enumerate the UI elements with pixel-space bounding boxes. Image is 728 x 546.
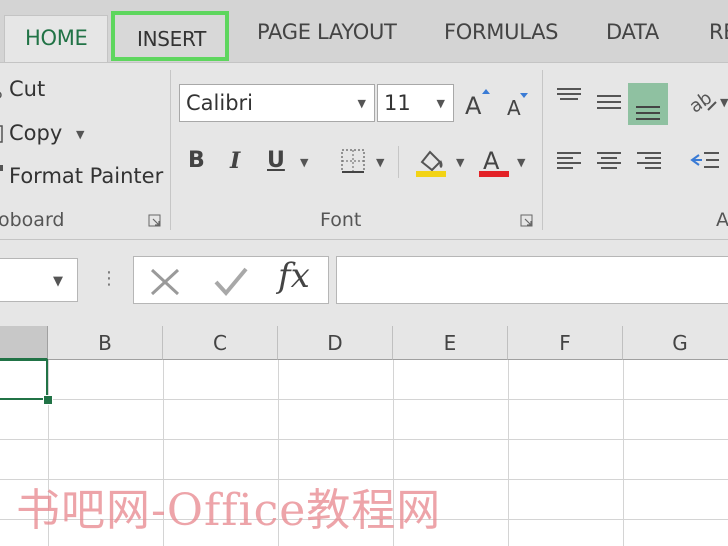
orientation-dropdown-icon[interactable]: ▼	[720, 96, 728, 109]
fill-color-icon[interactable]	[414, 144, 448, 178]
svg-text:A: A	[465, 92, 482, 118]
fill-handle[interactable]	[43, 395, 53, 405]
formula-input[interactable]	[336, 256, 728, 304]
increase-font-size-icon[interactable]: A	[463, 86, 491, 120]
font-color-dropdown-icon[interactable]: ▼	[517, 156, 525, 169]
group-divider	[542, 70, 543, 230]
column-header-b[interactable]: B	[48, 326, 163, 360]
column-header-e[interactable]: E	[393, 326, 508, 360]
chevron-down-icon[interactable]: ▼	[358, 97, 366, 110]
italic-button[interactable]: I	[230, 148, 240, 174]
clipboard-dialog-launcher-icon[interactable]	[148, 213, 162, 227]
grid-line	[508, 360, 509, 546]
align-left-icon[interactable]	[556, 150, 582, 172]
active-cell[interactable]	[0, 359, 48, 400]
cut-button[interactable]: Cut	[9, 77, 45, 101]
tab-page-layout[interactable]: PAGE LAYOUT	[257, 20, 397, 44]
divider	[398, 146, 399, 178]
decrease-font-size-icon[interactable]: A	[505, 90, 531, 120]
cut-icon[interactable]	[0, 79, 4, 99]
font-name-combobox[interactable]: Calibri ▼	[179, 84, 375, 122]
font-size-combobox[interactable]: 11 ▼	[377, 84, 454, 122]
font-dialog-launcher-icon[interactable]	[520, 213, 534, 227]
column-header-c[interactable]: C	[163, 326, 278, 360]
chevron-down-icon[interactable]: ▼	[437, 97, 445, 110]
format-painter-button[interactable]: Format Painter	[9, 164, 163, 188]
middle-align-icon[interactable]	[596, 92, 622, 114]
decrease-indent-icon[interactable]	[690, 150, 720, 172]
top-align-icon[interactable]	[556, 86, 582, 108]
cancel-icon[interactable]	[148, 266, 182, 298]
orientation-icon[interactable]: ab	[686, 86, 718, 118]
font-name-value: Calibri	[186, 91, 253, 115]
font-size-value: 11	[384, 91, 411, 115]
copy-icon[interactable]	[0, 124, 4, 144]
font-color-icon[interactable]: A	[478, 144, 510, 178]
name-box-dropdown-icon[interactable]: ▼	[53, 274, 63, 289]
svg-text:ab: ab	[688, 87, 716, 116]
tab-insert-label: INSERT	[137, 27, 207, 51]
grid-line	[623, 360, 624, 546]
svg-text:A: A	[483, 147, 500, 175]
tab-home-label: HOME	[25, 26, 88, 50]
borders-icon[interactable]	[340, 148, 366, 174]
more-options-icon[interactable]: ⋮	[100, 268, 118, 289]
copy-dropdown-icon[interactable]: ▼	[76, 128, 84, 141]
bottom-align-icon	[636, 106, 660, 120]
column-header-d[interactable]: D	[278, 326, 393, 360]
tab-formulas[interactable]: FORMULAS	[444, 20, 558, 44]
alignment-group-label: A	[716, 209, 728, 231]
enter-icon[interactable]	[212, 266, 250, 298]
underline-dropdown-icon[interactable]: ▼	[300, 156, 308, 169]
copy-button[interactable]: Copy	[9, 121, 62, 145]
align-right-icon[interactable]	[636, 150, 662, 172]
insert-function-button[interactable]: fx	[278, 256, 310, 296]
clipboard-group-label: oboard	[0, 209, 65, 231]
fill-color-dropdown-icon[interactable]: ▼	[456, 156, 464, 169]
tab-home[interactable]: HOME	[4, 15, 108, 63]
column-header-f[interactable]: F	[508, 326, 623, 360]
bottom-align-button[interactable]	[628, 83, 668, 125]
tab-insert[interactable]: INSERT	[111, 11, 229, 61]
format-painter-icon[interactable]	[0, 162, 6, 176]
bold-button[interactable]: B	[188, 148, 205, 173]
align-center-icon[interactable]	[596, 150, 622, 172]
name-box[interactable]: ▼	[0, 258, 78, 302]
watermark: 书吧网-Office教程网	[16, 485, 442, 536]
underline-button[interactable]: U	[267, 148, 285, 173]
column-header-g[interactable]: G	[623, 326, 728, 360]
group-divider	[170, 70, 171, 230]
borders-dropdown-icon[interactable]: ▼	[376, 156, 384, 169]
svg-text:A: A	[507, 96, 521, 118]
tab-review[interactable]: RE	[709, 20, 728, 44]
tab-data[interactable]: DATA	[606, 20, 659, 44]
column-header-a[interactable]	[0, 326, 48, 360]
font-group-label: Font	[320, 209, 362, 231]
